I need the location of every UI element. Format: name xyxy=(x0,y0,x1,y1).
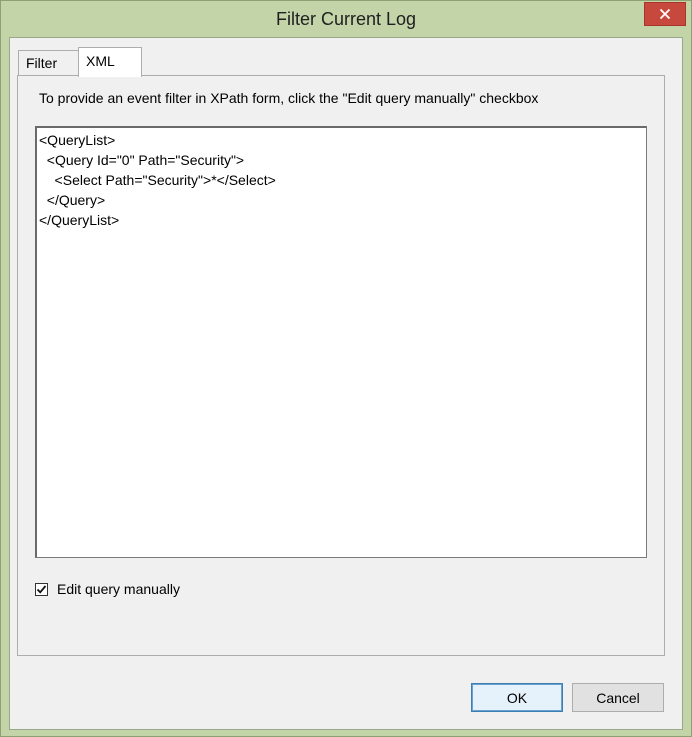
close-icon xyxy=(659,8,671,20)
dialog-window: Filter Current Log Filter XML To provide… xyxy=(0,0,692,737)
instruction-text: To provide an event filter in XPath form… xyxy=(39,90,539,106)
xml-query-editor[interactable]: <QueryList> <Query Id="0" Path="Security… xyxy=(35,126,647,558)
dialog-client-area: Filter XML To provide an event filter in… xyxy=(9,37,683,730)
edit-query-manually-label: Edit query manually xyxy=(57,581,180,597)
edit-query-manually-row[interactable]: Edit query manually xyxy=(35,581,180,597)
cancel-button[interactable]: Cancel xyxy=(572,683,664,712)
xml-tab-panel: To provide an event filter in XPath form… xyxy=(17,75,665,656)
window-title: Filter Current Log xyxy=(275,9,417,29)
ok-button[interactable]: OK xyxy=(471,683,563,712)
checkmark-icon xyxy=(36,584,47,594)
close-button[interactable] xyxy=(644,2,686,26)
tab-xml[interactable]: XML xyxy=(78,47,142,77)
title-bar[interactable]: Filter Current Log xyxy=(1,1,691,37)
edit-query-manually-checkbox[interactable] xyxy=(35,582,48,596)
tab-filter[interactable]: Filter xyxy=(18,50,80,75)
